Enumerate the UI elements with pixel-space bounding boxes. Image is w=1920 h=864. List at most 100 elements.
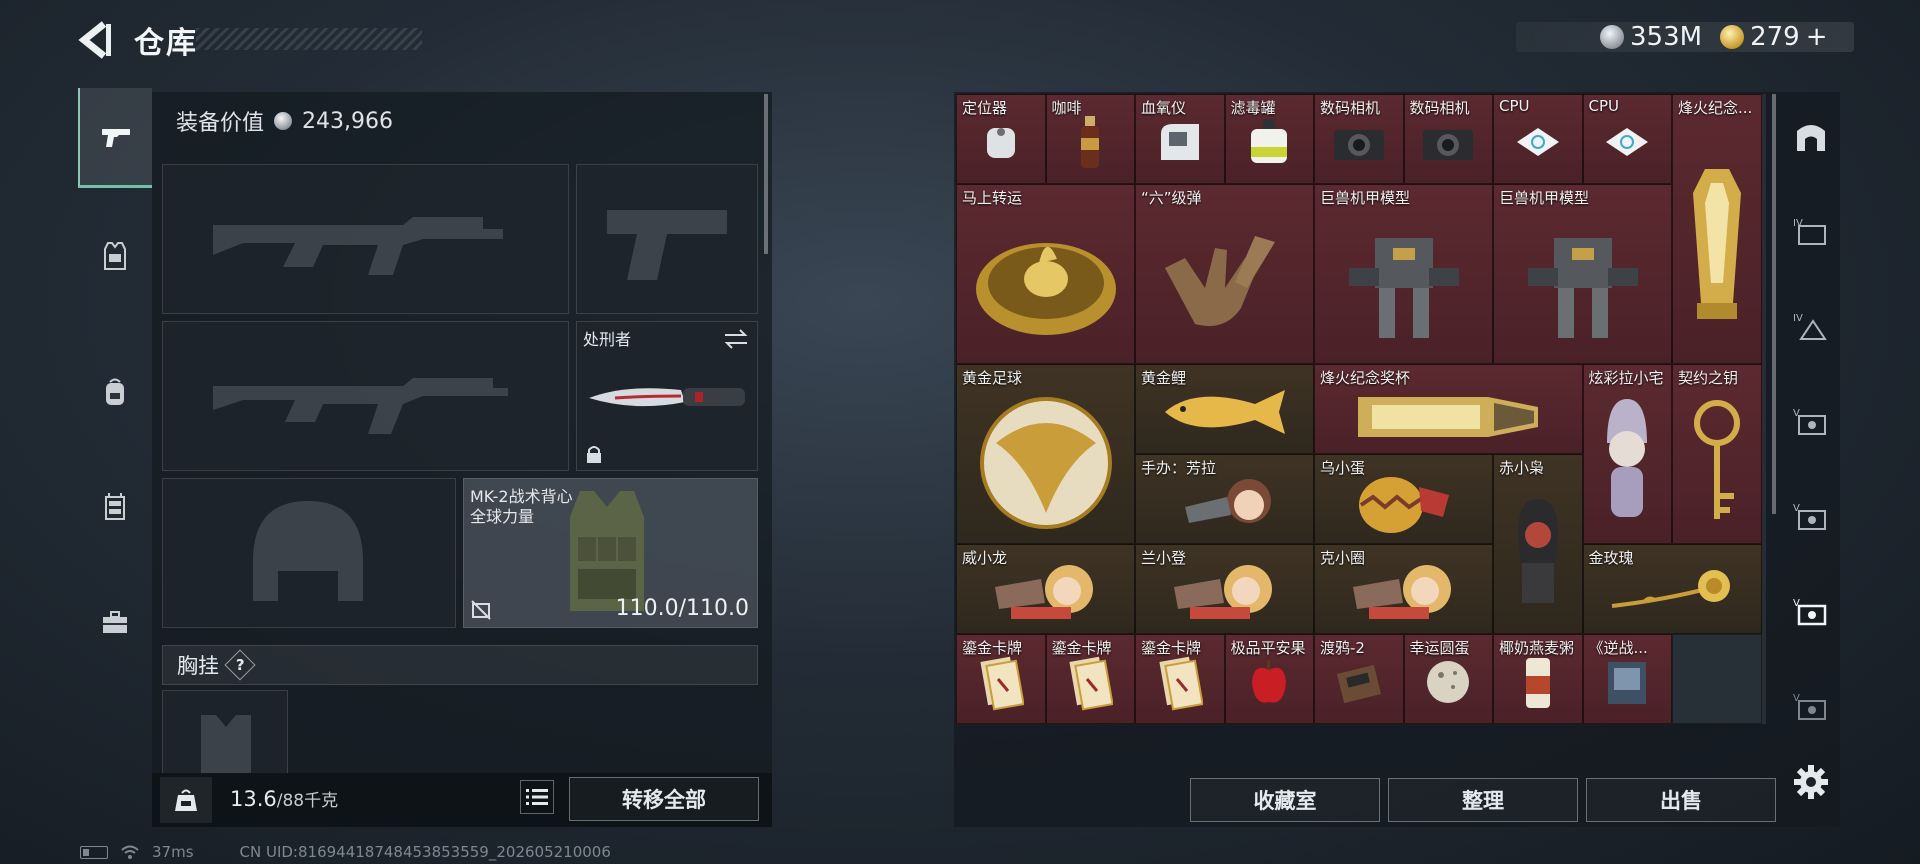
stash-item-image xyxy=(1602,562,1742,626)
stash-item[interactable]: 巨兽机甲模型 xyxy=(1493,184,1672,364)
chest-rig-slot[interactable] xyxy=(162,690,288,774)
list-icon xyxy=(526,789,548,805)
stash-item[interactable]: 乌小蛋 xyxy=(1314,454,1493,544)
stash-item[interactable]: 极品平安果 xyxy=(1224,634,1314,724)
stash-item[interactable]: 烽火纪念... xyxy=(1672,94,1762,364)
stash-item-label: 鎏金卡牌 xyxy=(962,639,1023,657)
stash-item-image xyxy=(1348,377,1548,451)
stash-item-image xyxy=(1067,653,1115,715)
loadout-scrollbar[interactable] xyxy=(764,94,768,254)
stash-tab-main[interactable] xyxy=(1782,92,1840,182)
stash-tab-4-icon: IV xyxy=(1793,218,1826,245)
stash-item[interactable]: 幸运圆蛋 xyxy=(1403,634,1493,724)
ping-value: 37ms xyxy=(152,843,194,861)
stash-tab-4b[interactable]: IV xyxy=(1782,282,1840,372)
stash-item[interactable]: 马上转运 xyxy=(956,184,1135,364)
gear-icon xyxy=(1794,765,1828,799)
stash-item-image xyxy=(1339,557,1469,631)
stash-item[interactable]: 数码相机 xyxy=(1403,94,1493,184)
chest-rig-header[interactable]: 胸挂 ? xyxy=(162,645,758,685)
system-status-bar: 37ms CN UID:8169441874845385355​9_202605… xyxy=(80,843,611,861)
armor-durability: 110.0/110.0 xyxy=(615,596,749,621)
transfer-all-button[interactable]: 转移全部 xyxy=(569,777,759,821)
sort-button[interactable]: 整理 xyxy=(1388,778,1578,822)
briefcase-icon xyxy=(103,611,127,633)
back-arrow-icon[interactable] xyxy=(78,20,112,60)
stash-item[interactable]: 数码相机 xyxy=(1314,94,1404,184)
sell-button[interactable]: 出售 xyxy=(1586,778,1776,822)
silver-currency[interactable]: 353M xyxy=(1600,22,1702,52)
primary-weapon-slot[interactable] xyxy=(162,164,569,314)
stash-item-label: 兰小登 xyxy=(1141,549,1187,567)
stash-item-image xyxy=(1155,382,1295,446)
secondary-weapon-slot[interactable] xyxy=(162,321,569,471)
stash-item[interactable]: 渡鸦-2 xyxy=(1314,634,1404,724)
stash-item[interactable]: 《逆战... xyxy=(1582,634,1672,724)
stash-item[interactable]: 烽火纪念奖杯 xyxy=(1314,364,1583,454)
stash-empty-cell[interactable] xyxy=(1672,634,1762,724)
stash-item[interactable]: 椰奶燕麦粥 xyxy=(1493,634,1583,724)
gold-coin-icon xyxy=(1720,25,1745,49)
stash-item[interactable]: 炫彩拉小宅 xyxy=(1582,364,1672,544)
helmet-slot[interactable] xyxy=(162,478,456,628)
settings-button[interactable] xyxy=(1782,737,1840,827)
stash-item[interactable]: 鎏金卡牌 xyxy=(956,634,1046,724)
nav-chest-rig[interactable] xyxy=(78,456,152,556)
stash-item[interactable]: 滤毒罐 xyxy=(1224,94,1314,184)
stash-item[interactable]: 黄金足球 xyxy=(956,364,1135,544)
stash-item[interactable]: 赤小枭 xyxy=(1493,454,1583,634)
stash-item-image xyxy=(978,653,1025,715)
sidearm-slot[interactable] xyxy=(576,164,758,314)
weight-icon xyxy=(175,789,197,811)
stash-item[interactable]: 鎏金卡牌 xyxy=(1045,634,1135,724)
stash-item-label: 滤毒罐 xyxy=(1230,99,1276,117)
stash-item-label: 巨兽机甲模型 xyxy=(1499,189,1590,207)
stash-item[interactable]: 兰小登 xyxy=(1135,544,1314,634)
gold-currency[interactable]: 279 + xyxy=(1720,22,1828,52)
stash-item-image xyxy=(1421,122,1475,166)
knife-icon xyxy=(589,388,745,407)
stash-item[interactable]: CPU xyxy=(1493,94,1583,184)
nav-backpack[interactable] xyxy=(78,342,152,442)
chest-rig-icon xyxy=(105,493,125,520)
silver-coin-icon xyxy=(1600,25,1624,49)
stash-scrollbar[interactable] xyxy=(1772,94,1776,514)
stash-tab-5a[interactable]: V xyxy=(1782,377,1840,467)
stash-item[interactable]: 威小龙 xyxy=(956,544,1135,634)
stash-item[interactable]: 定位器 xyxy=(956,94,1046,184)
collection-room-button[interactable]: 收藏室 xyxy=(1190,778,1380,822)
stash-item[interactable]: 黄金鲤 xyxy=(1135,364,1314,454)
stash-item-label: 幸运圆蛋 xyxy=(1409,639,1470,657)
stash-item-image xyxy=(976,393,1116,537)
stash-tab-4[interactable]: IV xyxy=(1782,187,1840,277)
swap-icon[interactable] xyxy=(723,328,749,350)
stash-item[interactable]: “六”级弹 xyxy=(1135,184,1314,364)
stash-item[interactable]: 咖啡 xyxy=(1045,94,1135,184)
stash-item[interactable]: 血氧仪 xyxy=(1135,94,1225,184)
help-badge[interactable]: ? xyxy=(224,649,256,681)
list-view-button[interactable] xyxy=(520,780,554,814)
nav-armor[interactable] xyxy=(78,206,152,306)
stash-item[interactable]: 手办：芳拉 xyxy=(1135,454,1314,544)
stash-item[interactable]: 克小圈 xyxy=(1314,544,1493,634)
weight-badge xyxy=(160,777,212,823)
helmet-silhouette-icon xyxy=(253,501,363,601)
stash-item[interactable]: 鎏金卡牌 xyxy=(1135,634,1225,724)
nav-weapons[interactable] xyxy=(78,88,152,188)
stash-item[interactable]: 契约之钥 xyxy=(1672,364,1762,544)
stash-item-label: 鎏金卡牌 xyxy=(1051,639,1112,657)
stash-item-image xyxy=(1423,657,1473,711)
stash-item[interactable]: CPU xyxy=(1582,94,1672,184)
stash-item-image xyxy=(979,120,1023,168)
stash-item-image xyxy=(971,223,1121,347)
stash-item-label: CPU xyxy=(1588,97,1620,115)
chest-rig-label: 胸挂 xyxy=(177,654,219,678)
stash-item[interactable]: 巨兽机甲模型 xyxy=(1314,184,1493,364)
stash-tab-5b[interactable]: V xyxy=(1782,472,1840,562)
armor-slot[interactable]: MK-2战术背心 全球力量 110.0/110.0 xyxy=(463,478,758,628)
gold-add-icon[interactable]: + xyxy=(1806,22,1828,52)
stash-item[interactable]: 金玫瑰 xyxy=(1582,544,1762,634)
nav-case[interactable] xyxy=(78,572,152,672)
melee-slot[interactable]: 处刑者 xyxy=(576,321,758,471)
stash-tab-5c[interactable]: V xyxy=(1782,567,1840,657)
